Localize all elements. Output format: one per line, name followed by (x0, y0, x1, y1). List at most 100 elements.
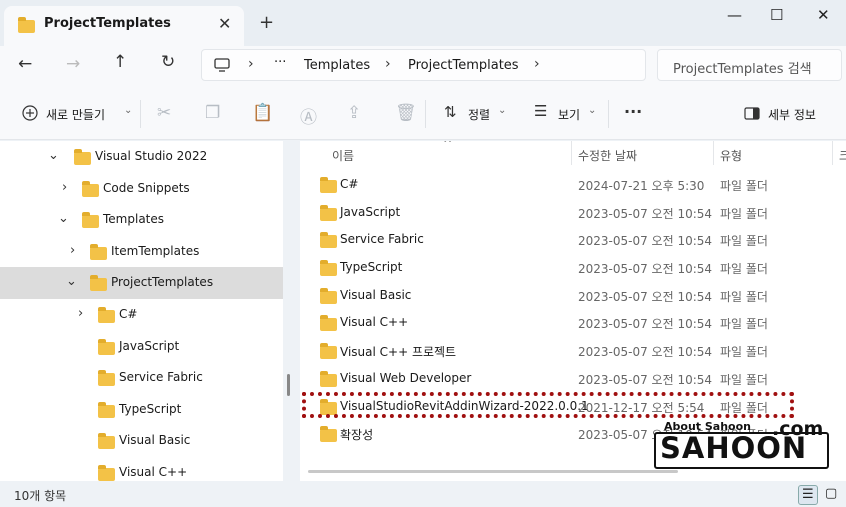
file-row[interactable]: Visual Web Developer 2023-05-07 오전 10:54… (300, 365, 846, 393)
breadcrumb-more[interactable]: ··· (274, 55, 286, 70)
file-type: 파일 폴더 (720, 290, 768, 304)
tree-item-label: ProjectTemplates (111, 275, 214, 289)
tree-item-projecttemplates[interactable]: ⌄ ProjectTemplates (0, 267, 283, 299)
file-row[interactable]: Visual C++ 프로젝트 2023-05-07 오전 10:54 파일 폴… (300, 337, 846, 365)
details-view-button[interactable]: ☰ (798, 485, 818, 505)
address-row: ← → ↑ ↻ › ··· Templates › ProjectTemplat… (0, 46, 846, 88)
file-name: C# (340, 177, 359, 191)
new-button[interactable]: 새로 만들기 ⌄ (14, 96, 132, 130)
tree-item-visual-cpp[interactable]: Visual C++ (0, 457, 283, 481)
file-type: 파일 폴더 (720, 207, 768, 221)
folder-icon (18, 17, 35, 33)
close-window-button[interactable]: ✕ (817, 6, 830, 24)
file-type: 파일 폴더 (720, 317, 768, 331)
tree-item-templates[interactable]: ⌄ Templates (0, 204, 283, 236)
tree-item-label: ItemTemplates (111, 244, 200, 258)
tree-item-javascript[interactable]: JavaScript (0, 331, 283, 363)
horizontal-scrollbar[interactable] (308, 470, 678, 473)
folder-icon (98, 339, 115, 355)
column-header-name[interactable]: 이름 (332, 147, 354, 164)
folder-icon (98, 433, 115, 449)
breadcrumb-projecttemplates[interactable]: ProjectTemplates (408, 58, 519, 73)
new-button-label: 새로 만들기 (46, 108, 106, 122)
sort-ascending-icon: ^ (443, 141, 453, 150)
logo-about: About Sahoon (664, 420, 751, 433)
breadcrumb-separator: › (534, 56, 540, 72)
tree-item-visual-studio-2022[interactable]: ⌄ Visual Studio 2022 (0, 141, 283, 173)
file-date: 2023-05-07 오전 10:54 (578, 373, 713, 387)
file-row[interactable]: Visual Basic 2023-05-07 오전 10:54 파일 폴더 (300, 282, 846, 310)
file-row[interactable]: Visual C++ 2023-05-07 오전 10:54 파일 폴더 (300, 309, 846, 337)
tree-item-code-snippets[interactable]: › Code Snippets (0, 173, 283, 205)
folder-icon (320, 260, 337, 276)
up-button[interactable]: ↑ (113, 52, 127, 72)
folder-icon (320, 288, 337, 304)
file-name: TypeScript (340, 260, 403, 274)
folder-icon (82, 212, 99, 228)
sort-icon: ⇅ (444, 103, 457, 121)
maximize-button[interactable]: ☐ (770, 6, 783, 24)
tree-item-service-fabric[interactable]: Service Fabric (0, 362, 283, 394)
minimize-button[interactable]: — (727, 6, 742, 24)
chevron-right-icon[interactable]: › (78, 306, 83, 321)
folder-icon (98, 402, 115, 418)
tree-item-csharp[interactable]: › C# (0, 299, 283, 331)
forward-button[interactable]: → (66, 54, 80, 74)
column-divider[interactable] (832, 141, 833, 165)
new-tab-button[interactable]: + (259, 12, 274, 33)
sort-button[interactable]: ⇅ 정렬 ⌄ (440, 96, 512, 130)
share-icon[interactable]: ⇪ (347, 103, 361, 123)
back-button[interactable]: ← (18, 54, 32, 74)
chevron-right-icon[interactable]: › (70, 243, 75, 258)
tree-item-visual-basic[interactable]: Visual Basic (0, 425, 283, 457)
address-bar[interactable]: › ··· Templates › ProjectTemplates › (201, 49, 646, 81)
cut-icon[interactable]: ✂ (157, 103, 171, 123)
column-divider[interactable] (713, 141, 714, 165)
paste-icon[interactable]: 📋 (252, 103, 273, 123)
tree-item-typescript[interactable]: TypeScript (0, 394, 283, 426)
column-header-type[interactable]: 유형 (720, 147, 742, 164)
breadcrumb-templates[interactable]: Templates (304, 58, 370, 73)
highlight-annotation (302, 392, 794, 418)
file-row[interactable]: JavaScript 2023-05-07 오전 10:54 파일 폴더 (300, 199, 846, 227)
pane-splitter[interactable] (287, 374, 290, 396)
tree-item-itemtemplates[interactable]: › ItemTemplates (0, 236, 283, 268)
search-input[interactable]: ProjectTemplates 검색 (657, 49, 842, 81)
file-row[interactable]: C# 2024-07-21 오후 5:30 파일 폴더 (300, 171, 846, 199)
file-date: 2023-05-07 오전 10:54 (578, 262, 713, 276)
tree-item-label: Visual C++ (119, 465, 188, 479)
view-button[interactable]: ☰ 보기 ⌄ (530, 96, 602, 130)
chevron-down-icon[interactable]: ⌄ (66, 274, 77, 289)
chevron-down-icon[interactable]: ⌄ (48, 148, 59, 163)
more-options-icon[interactable]: ··· (624, 102, 642, 121)
copy-icon[interactable]: ❐ (205, 103, 220, 123)
chevron-right-icon[interactable]: › (62, 180, 67, 195)
file-name: Visual Web Developer (340, 371, 472, 385)
navigation-pane: ⌄ Visual Studio 2022 › Code Snippets ⌄ T… (0, 141, 283, 481)
file-date: 2023-05-07 오전 10:54 (578, 207, 713, 221)
column-header-date[interactable]: 수정한 날짜 (578, 147, 637, 164)
thumbnail-view-button[interactable]: ▢ (822, 485, 842, 505)
file-name: Visual Basic (340, 288, 412, 302)
column-divider[interactable] (571, 141, 572, 165)
details-pane-icon (744, 107, 760, 120)
details-pane-button[interactable]: 세부 정보 (738, 96, 834, 130)
file-type: 파일 폴더 (720, 179, 768, 193)
delete-icon[interactable]: 🗑 (395, 103, 417, 123)
folder-icon (98, 465, 115, 481)
chevron-down-icon: ⌄ (498, 105, 507, 116)
file-name: 확장성 (340, 428, 374, 442)
tree-item-label: Code Snippets (103, 181, 190, 195)
sort-button-label: 정렬 (468, 108, 491, 122)
column-header-row: ^ 이름 수정한 날짜 유형 크 (300, 141, 846, 167)
refresh-button[interactable]: ↻ (161, 52, 175, 72)
column-header-size[interactable]: 크 (839, 147, 846, 164)
rename-icon[interactable]: Ⓐ (300, 103, 317, 128)
close-tab-icon[interactable]: ✕ (218, 14, 231, 33)
chevron-down-icon[interactable]: ⌄ (58, 211, 69, 226)
folder-icon (98, 307, 115, 323)
file-row[interactable]: Service Fabric 2023-05-07 오전 10:54 파일 폴더 (300, 226, 846, 254)
tab-projecttemplates[interactable]: ProjectTemplates ✕ (4, 6, 244, 46)
file-row[interactable]: TypeScript 2023-05-07 오전 10:54 파일 폴더 (300, 254, 846, 282)
tree-item-label: C# (119, 307, 138, 321)
